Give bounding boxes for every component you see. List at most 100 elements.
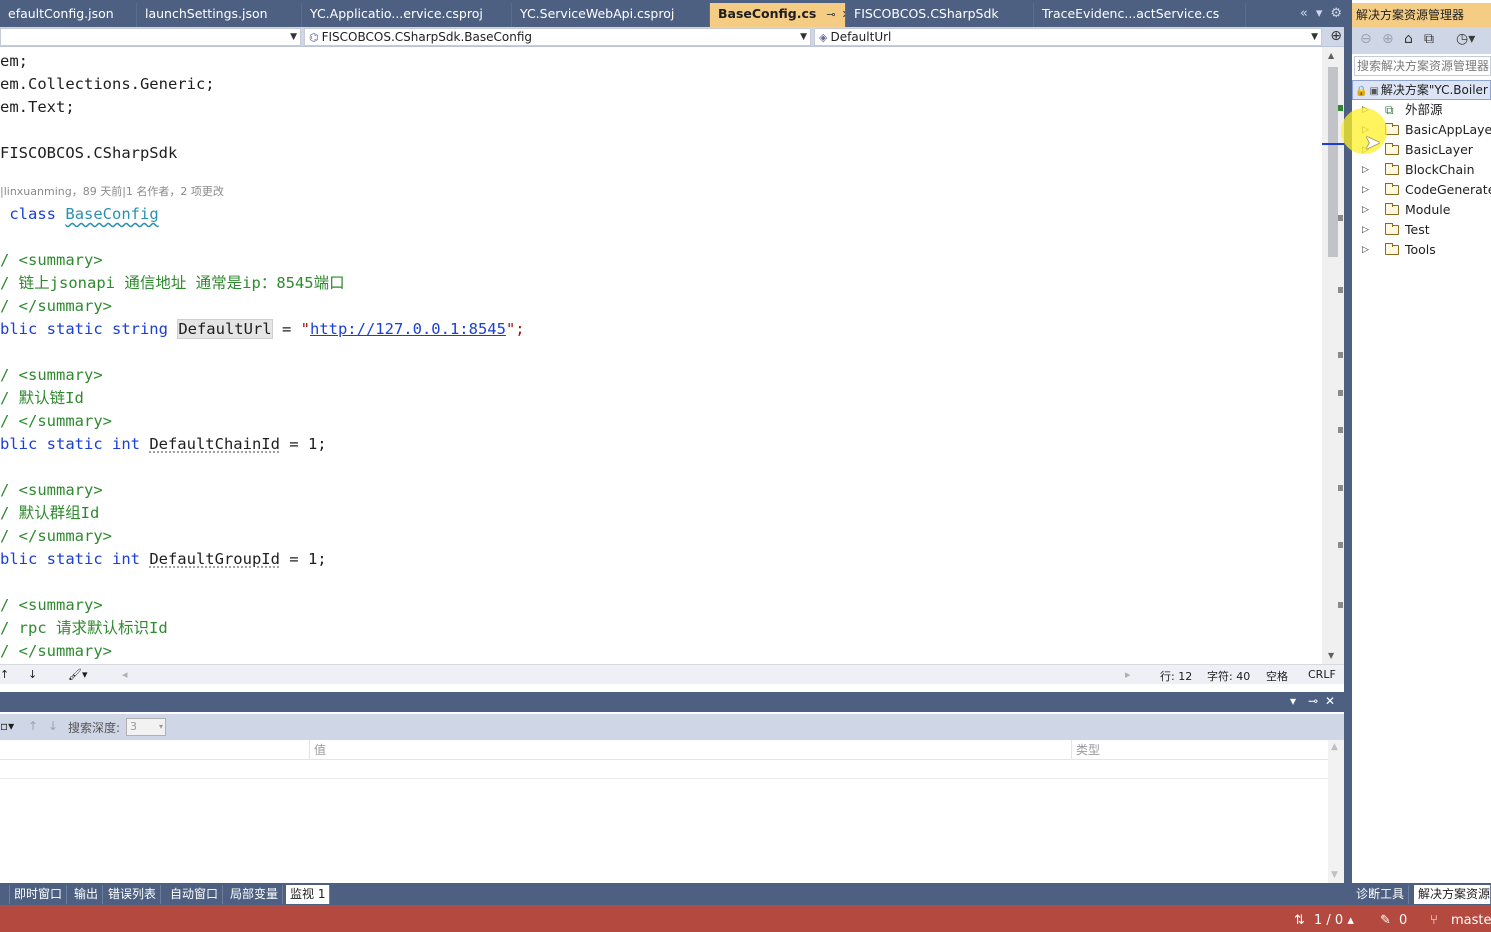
watch-toolbar: ▫▾ ↑ ↓ 搜索深度: 3 ▾ <box>0 714 1344 740</box>
type-dropdown-value: FISCOBCOS.CSharpSdk.BaseConfig <box>321 30 532 44</box>
watch-row-empty[interactable] <box>0 760 1328 779</box>
comment: / <summary> <box>0 251 103 269</box>
tab-application-csproj[interactable]: YC.Applicatio...ervice.csproj <box>302 3 512 27</box>
chevron-down-icon: ▼ <box>290 32 297 42</box>
tab-locals[interactable]: 局部变量 <box>226 885 284 904</box>
code-cleanup-icon[interactable]: 🖌▾ <box>68 668 88 681</box>
scroll-down-icon[interactable]: ▼ <box>1328 651 1334 660</box>
line-number[interactable]: 行: 12 <box>1160 668 1192 684</box>
code-editor[interactable]: em; em.Collections.Generic; em.Text; FIS… <box>0 47 1322 664</box>
chevron-down-icon[interactable]: ▾ <box>1316 6 1323 21</box>
tab-diagnostic-tools[interactable]: 诊断工具 <box>1352 885 1410 904</box>
expand-arrow-icon[interactable]: ▷ <box>1362 160 1369 180</box>
tab-servicewebapi-csproj[interactable]: YC.ServiceWebApi.csproj <box>512 3 710 27</box>
pencil-icon[interactable]: ✎ <box>1380 913 1391 928</box>
branch-icon[interactable]: ⑂ <box>1430 913 1438 928</box>
column-header-name[interactable] <box>0 740 310 760</box>
branch-name[interactable]: master <box>1451 913 1491 928</box>
indent-mode[interactable]: 空格 <box>1266 668 1288 684</box>
tab-label: 输出 <box>74 887 99 901</box>
keyword: blic static int <box>0 435 150 453</box>
search-dropdown-icon[interactable]: ▫▾ <box>0 719 14 733</box>
history-icon[interactable]: ◷▾ <box>1456 31 1475 47</box>
back-icon[interactable]: ⊖ <box>1360 31 1372 47</box>
expand-arrow-icon[interactable]: ▷ <box>1362 240 1369 260</box>
tab-label: YC.Applicatio...ervice.csproj <box>310 6 483 21</box>
switch-views-icon[interactable]: ⧉ <box>1424 31 1434 47</box>
expand-arrow-icon[interactable]: ▷ <box>1362 180 1369 200</box>
tab-solution-explorer[interactable]: 解决方案资源管 <box>1414 885 1491 904</box>
hscroll-right-icon[interactable]: ▸ <box>1125 668 1131 681</box>
tab-launchsettings[interactable]: launchSettings.json <box>137 3 302 27</box>
url-link[interactable]: http://127.0.0.1:8545 <box>310 320 506 338</box>
tree-item-label: Tools <box>1405 242 1436 257</box>
sync-icon[interactable]: ⇅ <box>1294 913 1305 928</box>
scroll-down-icon[interactable]: ▼ <box>1331 870 1338 880</box>
arrow-up-icon[interactable]: ↑ <box>28 719 38 733</box>
solution-root-node[interactable]: 🔒 ▣ 解决方案"YC.Boiler <box>1352 80 1491 100</box>
tree-item-module[interactable]: ▷ Module <box>1352 200 1491 220</box>
sidebar-bottom-tabs: 诊断工具 解决方案资源管 <box>1352 883 1491 905</box>
arrow-up-icon[interactable]: ↑ <box>0 668 9 681</box>
tree-item-test[interactable]: ▷ Test <box>1352 220 1491 240</box>
double-chevron-left-icon[interactable]: « <box>1300 6 1308 21</box>
project-dropdown[interactable]: ▼ <box>0 28 301 46</box>
tab-fiscobcos-sdk[interactable]: FISCOBCOS.CSharpSdk <box>846 3 1034 27</box>
tab-baseconfig[interactable]: BaseConfig.cs⊸✕ <box>710 3 846 27</box>
watch-grid[interactable]: 值 类型 <box>0 740 1328 883</box>
solution-search-input[interactable]: 搜索解决方案资源管理器( <box>1354 56 1491 76</box>
sync-count[interactable]: 1 / 0 ▴ <box>1314 913 1354 928</box>
pin-icon[interactable]: ⊸ <box>826 4 835 26</box>
home-icon[interactable]: ⌂ <box>1404 31 1413 47</box>
code-line: / 默认链Id <box>0 387 84 409</box>
tab-autos[interactable]: 自动窗口 <box>166 885 224 904</box>
scroll-up-icon[interactable]: ▲ <box>1331 742 1338 752</box>
split-window-icon[interactable]: ⊕ <box>1330 28 1342 44</box>
chevron-down-icon[interactable]: ▾ <box>1290 694 1296 708</box>
code-line: / </summary> <box>0 410 112 432</box>
expand-arrow-icon[interactable]: ▷ <box>1362 220 1369 240</box>
tree-item-blockchain[interactable]: ▷ BlockChain <box>1352 160 1491 180</box>
folder-icon <box>1385 143 1399 155</box>
tree-item-label: BasicAppLayer <box>1405 122 1491 137</box>
tab-hidden[interactable] <box>0 885 10 904</box>
pending-edits[interactable]: 0 <box>1399 913 1407 928</box>
search-depth-select[interactable]: 3 ▾ <box>126 718 166 736</box>
watch-scrollbar[interactable]: ▲ ▼ <box>1328 740 1344 883</box>
line-ending[interactable]: CRLF <box>1308 668 1336 681</box>
class-icon: ⌬ <box>309 31 319 44</box>
tab-immediate[interactable]: 即时窗口 <box>10 885 68 904</box>
tree-item-tools[interactable]: ▷ Tools <box>1352 240 1491 260</box>
navigation-bar: ▼ ⌬ FISCOBCOS.CSharpSdk.BaseConfig ▼ ◈ Defa… <box>0 27 1348 47</box>
arrow-down-icon[interactable]: ↓ <box>48 719 58 733</box>
scroll-up-icon[interactable]: ▲ <box>1328 51 1334 60</box>
tab-defaultconfig[interactable]: efaultConfig.json <box>0 3 137 27</box>
tree-item-label: Module <box>1405 202 1451 217</box>
tab-watch-1[interactable]: 监视 1 <box>286 885 331 904</box>
column-header-value[interactable]: 值 <box>310 740 1072 760</box>
scrollbar-thumb[interactable] <box>1328 67 1338 257</box>
tab-error-list[interactable]: 错误列表 <box>104 885 162 904</box>
close-icon[interactable]: ✕ <box>1325 694 1335 708</box>
editor-scrollbar[interactable]: ▲ ▼ <box>1322 47 1344 664</box>
codelens[interactable]: |linxuanming，89 天前|1 名作者，2 项更改 <box>0 183 224 201</box>
column-header-type[interactable]: 类型 <box>1072 740 1328 760</box>
expand-arrow-icon[interactable]: ▷ <box>1362 200 1369 220</box>
column-number[interactable]: 字符: 40 <box>1207 668 1250 684</box>
tab-traceevidence-service[interactable]: TraceEvidenc...actService.cs <box>1034 3 1246 27</box>
member-dropdown[interactable]: ◈ DefaultUrl ▼ <box>814 28 1322 46</box>
gear-icon[interactable]: ⚙ <box>1330 6 1342 21</box>
chevron-down-icon: ▼ <box>800 32 807 42</box>
arrow-down-icon[interactable]: ↓ <box>28 668 37 681</box>
folder-icon <box>1385 183 1399 195</box>
hscroll-left-icon[interactable]: ◂ <box>122 668 128 681</box>
forward-icon[interactable]: ⊕ <box>1382 31 1394 47</box>
comment: / <summary> <box>0 481 103 499</box>
tab-label: 自动窗口 <box>170 887 219 901</box>
pin-icon[interactable]: ⊸ <box>1308 694 1318 708</box>
tree-item-codegenerate[interactable]: ▷ CodeGenerate <box>1352 180 1491 200</box>
type-dropdown[interactable]: ⌬ FISCOBCOS.CSharpSdk.BaseConfig ▼ <box>304 28 811 46</box>
lock-icon: 🔒 <box>1355 86 1368 97</box>
scroll-marker <box>1338 390 1343 396</box>
tab-output[interactable]: 输出 <box>70 885 104 904</box>
